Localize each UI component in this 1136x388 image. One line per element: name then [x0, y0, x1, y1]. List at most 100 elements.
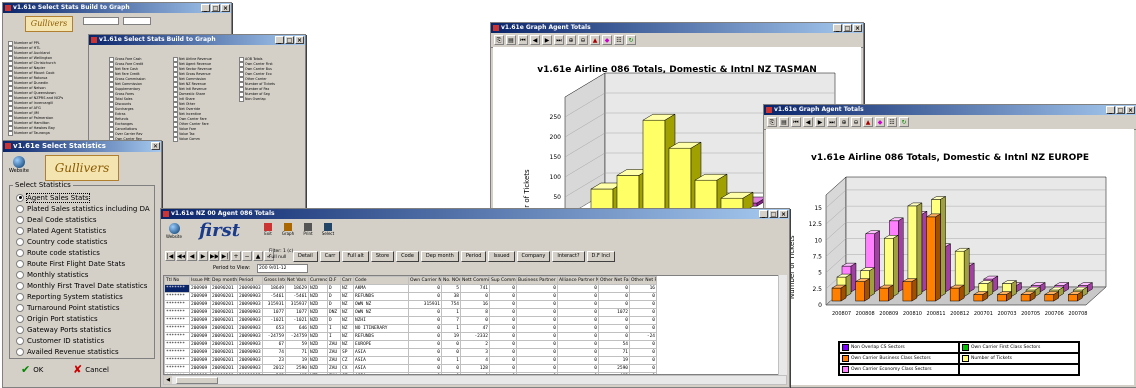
radio-circle[interactable]: [16, 237, 24, 246]
table-row[interactable]: ******* 200909 20090201 20090903 315931 31593…: [164, 300, 657, 309]
column-header[interactable]: Ttl No: [164, 276, 190, 285]
radio-circle[interactable]: [16, 281, 24, 290]
prev-page-icon[interactable]: ◀◀: [176, 251, 186, 261]
minimize-button[interactable]: _: [833, 24, 842, 32]
add-record-icon[interactable]: +: [231, 251, 241, 261]
stats-option-radio[interactable]: Gateway Ports statistics: [16, 324, 150, 335]
column-header[interactable]: Sup Commiss: [489, 276, 517, 285]
stats-option-radio[interactable]: Availed Revenue statistics: [16, 346, 150, 357]
column-header[interactable]: Alliance Partner Nett: [557, 276, 599, 285]
palette-icon[interactable]: ◆: [875, 117, 885, 127]
scroll-left-arrow[interactable]: ◀: [164, 376, 172, 384]
copy-icon[interactable]: ⎘: [494, 35, 504, 45]
radio-circle[interactable]: [16, 248, 24, 257]
delete-record-icon[interactable]: −: [242, 251, 252, 261]
first-icon[interactable]: ⏮: [518, 35, 528, 45]
minimize-button[interactable]: _: [201, 4, 210, 12]
next-icon[interactable]: ▶: [542, 35, 552, 45]
tool-button-exit[interactable]: Exit: [261, 223, 275, 236]
maximize-button[interactable]: □: [769, 210, 778, 218]
stats-option-radio[interactable]: Monthly First Travel Date statistics: [16, 280, 150, 291]
print-icon[interactable]: ▤: [506, 35, 516, 45]
table-row[interactable]: ******* 200909 20090201 20090903 67 59 NZD ZAU N…: [164, 340, 657, 349]
column-header[interactable]: Currency: [308, 276, 328, 285]
prev-record-icon[interactable]: ◀: [187, 251, 197, 261]
filter-button[interactable]: Company: [516, 251, 551, 262]
next-icon[interactable]: ▶: [815, 117, 825, 127]
column-header[interactable]: Other Net Fare: [598, 276, 630, 285]
table-row[interactable]: ******* 200909 20090201 20090903 -1021 -1021 N…: [164, 316, 657, 325]
chart-type-icon[interactable]: ▲: [863, 117, 873, 127]
checkbox[interactable]: [8, 131, 13, 136]
zoom-in-icon[interactable]: ⊕: [839, 117, 849, 127]
radio-circle[interactable]: [16, 292, 24, 301]
maximize-button[interactable]: □: [211, 4, 220, 12]
table-row[interactable]: ******* 200909 20090201 20090903 23 19 NZD ZAU C…: [164, 356, 657, 365]
filter-button[interactable]: D.F Incl: [586, 251, 616, 262]
tool-button-select[interactable]: Select: [321, 223, 335, 236]
radio-circle[interactable]: [16, 347, 24, 356]
refresh-icon[interactable]: ↻: [899, 117, 909, 127]
radio-circle[interactable]: [16, 336, 24, 345]
checkbox[interactable]: [173, 137, 178, 142]
stat-checkbox-item[interactable]: Non Overlap: [239, 97, 299, 102]
column-header[interactable]: D.F: [327, 276, 341, 285]
table-row[interactable]: ******* 200909 20090201 20090903 1077 1077 NZD…: [164, 308, 657, 317]
radio-circle[interactable]: [16, 259, 24, 268]
small-input[interactable]: [83, 17, 119, 25]
column-header[interactable]: Business Partner Nett: [516, 276, 558, 285]
radio-circle[interactable]: [16, 215, 24, 224]
close-button[interactable]: ×: [779, 210, 788, 218]
radio-circle[interactable]: [16, 303, 24, 312]
options-icon[interactable]: ☷: [887, 117, 897, 127]
close-button[interactable]: ×: [221, 4, 230, 12]
column-header[interactable]: Period: [237, 276, 263, 285]
first-record-icon[interactable]: |◀: [165, 251, 175, 261]
zoom-out-icon[interactable]: ⊖: [851, 117, 861, 127]
print-icon[interactable]: ▤: [779, 117, 789, 127]
column-header[interactable]: Carr: [340, 276, 354, 285]
stat-checkbox-item[interactable]: Value Comm: [173, 137, 235, 142]
last-record-icon[interactable]: ▶|: [220, 251, 230, 261]
small-input[interactable]: [123, 17, 151, 25]
filter-button[interactable]: Store: [370, 251, 395, 262]
close-button[interactable]: ✕: [151, 142, 160, 150]
refresh-icon[interactable]: ↻: [626, 35, 636, 45]
edit-record-icon[interactable]: ▲: [253, 251, 263, 261]
table-row[interactable]: ******* 200909 20090201 20090903 18649 18629 N…: [164, 284, 657, 293]
palette-icon[interactable]: ◆: [602, 35, 612, 45]
close-button[interactable]: ×: [853, 24, 862, 32]
vertical-scrollbar[interactable]: [778, 275, 787, 375]
column-header[interactable]: Issue Mth: [189, 276, 211, 285]
website-button[interactable]: Website: [8, 156, 30, 178]
stats-option-radio[interactable]: Route code statistics: [16, 247, 150, 258]
last-icon[interactable]: ⏭: [554, 35, 564, 45]
filter-button[interactable]: Dep month: [420, 251, 459, 262]
tool-button-graph[interactable]: Graph: [281, 223, 295, 236]
minimize-button[interactable]: _: [1106, 106, 1115, 114]
filter-button[interactable]: Period: [460, 251, 487, 262]
stats-option-radio[interactable]: Agent Sales Stats: [16, 192, 150, 203]
copy-icon[interactable]: ⎘: [767, 117, 777, 127]
last-icon[interactable]: ⏭: [827, 117, 837, 127]
checkbox[interactable]: [239, 97, 244, 102]
options-icon[interactable]: ☷: [614, 35, 624, 45]
radio-circle[interactable]: [16, 193, 24, 202]
radio-circle[interactable]: [16, 226, 24, 235]
first-icon[interactable]: ⏮: [791, 117, 801, 127]
table-row[interactable]: ******* 200909 20090201 20090903 74 71 NZD ZAU S…: [164, 348, 657, 357]
next-record-icon[interactable]: ▶: [198, 251, 208, 261]
table-row[interactable]: ******* 200909 20090201 20090903 653 646 NZD I N…: [164, 324, 657, 333]
column-header[interactable]: Gross Inter: [262, 276, 286, 285]
close-button[interactable]: ×: [1126, 106, 1135, 114]
table-row[interactable]: ******* 200909 20090201 20090903 -5461 -5461 N…: [164, 292, 657, 301]
stats-option-radio[interactable]: Route First Flight Date Stats: [16, 258, 150, 269]
filter-button[interactable]: Interact?: [552, 251, 585, 262]
column-header[interactable]: Other Net Fare: [629, 276, 657, 285]
stats-option-radio[interactable]: Reporting System statistics: [16, 291, 150, 302]
zoom-in-icon[interactable]: ⊕: [566, 35, 576, 45]
filter-button[interactable]: Detail: [293, 251, 318, 262]
filter-button[interactable]: Full alt: [342, 251, 369, 262]
stats-option-radio[interactable]: Deal Code statistics: [16, 214, 150, 225]
scroll-thumb[interactable]: [176, 377, 218, 384]
